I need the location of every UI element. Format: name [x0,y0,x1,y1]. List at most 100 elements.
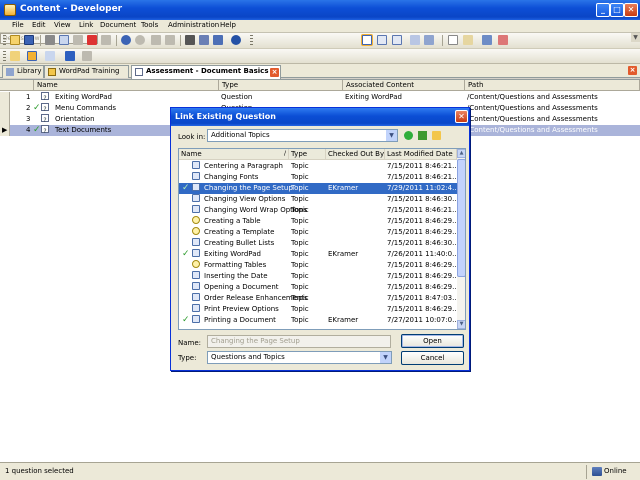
question-icon: ? [41,103,49,113]
toolbar-separator [40,35,41,46]
details-view-icon[interactable] [362,35,372,45]
list-item[interactable]: Changing Fonts Topic 7/15/2011 8:46:21..… [179,172,459,183]
link-active-icon[interactable] [27,51,37,61]
link-icon[interactable] [151,35,161,45]
toolbar-grip[interactable] [3,35,6,46]
list-item[interactable]: ✓ Printing a Document Topic EKramer 7/27… [179,315,459,326]
scroll-down-icon[interactable]: ▼ [457,320,465,329]
check-in-icon[interactable] [482,35,492,45]
maximize-button[interactable]: □ [610,3,624,17]
list-item[interactable]: Creating Bullet Lists Topic 7/15/2011 8:… [179,238,459,249]
redo-icon[interactable] [135,35,145,45]
delete-icon[interactable] [87,35,97,45]
row-header[interactable]: ▶ [0,125,10,136]
paste-icon[interactable] [73,35,83,45]
list-header-type[interactable]: Type [289,149,326,160]
split-vertical-icon[interactable] [392,35,402,45]
new-document-icon[interactable] [448,35,458,45]
help-icon[interactable] [231,35,241,45]
back-icon[interactable] [82,51,92,61]
menu-document[interactable]: Document [100,21,136,29]
cut-icon[interactable] [45,35,55,45]
list-item[interactable]: Changing View Options Topic 7/15/2011 8:… [179,194,459,205]
menu-help[interactable]: Help [220,21,236,29]
checkmark-icon: ✓ [33,103,41,113]
close-all-tabs-icon[interactable]: × [628,66,637,75]
menu-file[interactable]: File [12,21,24,29]
outline-icon[interactable] [410,35,420,45]
open-button[interactable]: Open [401,334,464,348]
copy-icon[interactable] [59,35,69,45]
menu-tools[interactable]: Tools [141,21,158,29]
list-item[interactable]: Print Preview Options Topic 7/15/2011 8:… [179,304,459,315]
toolbar-grip[interactable] [3,51,6,62]
close-tab-icon[interactable]: × [270,68,279,77]
grid-header-name[interactable]: Name [34,80,219,91]
go-back-icon[interactable] [404,131,413,140]
grid-row[interactable]: 1 ? Exiting WordPad Question Exiting Wor… [0,92,640,103]
row-header[interactable] [0,103,10,114]
split-horizontal-icon[interactable] [377,35,387,45]
list-item[interactable]: ✓ Exiting WordPad Topic EKramer 7/26/201… [179,249,459,260]
list-header-name[interactable]: Name / [179,149,289,160]
list-header-last-modified[interactable]: Last Modified Date [385,149,457,160]
toolbar-separator [116,35,117,46]
properties-icon[interactable] [101,35,111,45]
row-header[interactable] [0,114,10,125]
grid-header-associated-content[interactable]: Associated Content [343,80,465,91]
menu-edit[interactable]: Edit [32,21,46,29]
undo-icon[interactable] [121,35,131,45]
standard-toolbar: Details view ▼ [0,33,640,49]
tab-library[interactable]: Library [2,65,44,78]
new-link-icon[interactable] [10,51,20,61]
filter-icon[interactable] [213,35,223,45]
menu-link[interactable]: Link [79,21,93,29]
list-item[interactable]: Centering a Paragraph Topic 7/15/2011 8:… [179,161,459,172]
list-item[interactable]: Opening a Document Topic 7/15/2011 8:46:… [179,282,459,293]
look-in-select[interactable]: Additional Topics ▼ [207,129,398,142]
sort-icon[interactable] [424,35,434,45]
type-select[interactable]: Questions and Topics ▼ [207,351,392,364]
find-icon[interactable] [185,35,195,45]
check-out-icon[interactable] [463,35,473,45]
grid-header-type[interactable]: Type [219,80,343,91]
list-item[interactable]: Order Release Enhancements Topic 7/15/20… [179,293,459,304]
save-icon[interactable] [24,35,34,45]
list-item[interactable]: Creating a Table Topic 7/15/2011 8:46:29… [179,216,459,227]
minimize-icon: _ [601,5,605,14]
close-button[interactable]: ✕ [624,3,638,17]
list-item[interactable]: Creating a Template Topic 7/15/2011 8:46… [179,227,459,238]
row-header[interactable] [0,92,10,103]
menu-administration[interactable]: Administration [168,21,219,29]
edit-toolbar [0,49,640,64]
grid-header-path[interactable]: Path [465,80,640,91]
list-item[interactable]: Formatting Tables Topic 7/15/2011 8:46:2… [179,260,459,271]
scroll-thumb[interactable] [457,159,465,277]
name-field[interactable]: Changing the Page Setup [207,335,391,348]
tab-label: Assessment - Document Basics [146,67,269,75]
new-folder-icon[interactable] [432,131,441,140]
scroll-up-icon[interactable]: ▲ [457,149,465,158]
settings-icon[interactable] [45,51,55,61]
item-name: Print Preview Options [204,305,279,313]
item-modified: 7/15/2011 8:46:21... [387,173,459,181]
dialog-close-button[interactable]: ✕ [455,110,468,123]
list-scrollbar[interactable]: ▲ ▼ [457,149,465,329]
menu-view[interactable]: View [54,21,71,29]
open-folder-icon[interactable] [10,35,20,45]
list-item-selected[interactable]: ✓ Changing the Page Setup Topic EKramer … [179,183,459,194]
publish-icon[interactable] [498,35,508,45]
up-folder-icon[interactable] [418,131,427,140]
home-icon[interactable] [65,51,75,61]
minimize-button[interactable]: _ [596,3,610,17]
tab-wordpad-training[interactable]: WordPad Training [44,65,129,78]
list-item[interactable]: Changing Word Wrap Options Topic 7/15/20… [179,205,459,216]
list-header-checked-out-by[interactable]: Checked Out By [326,149,385,160]
unlink-icon[interactable] [165,35,175,45]
grid-header-corner [0,80,34,91]
cancel-button[interactable]: Cancel [401,351,464,365]
list-item[interactable]: Inserting the Date Topic 7/15/2011 8:46:… [179,271,459,282]
replace-icon[interactable] [199,35,209,45]
toolbar-grip[interactable] [250,35,253,46]
tab-assessment-document-basics[interactable]: Assessment - Document Basics × [131,65,281,79]
